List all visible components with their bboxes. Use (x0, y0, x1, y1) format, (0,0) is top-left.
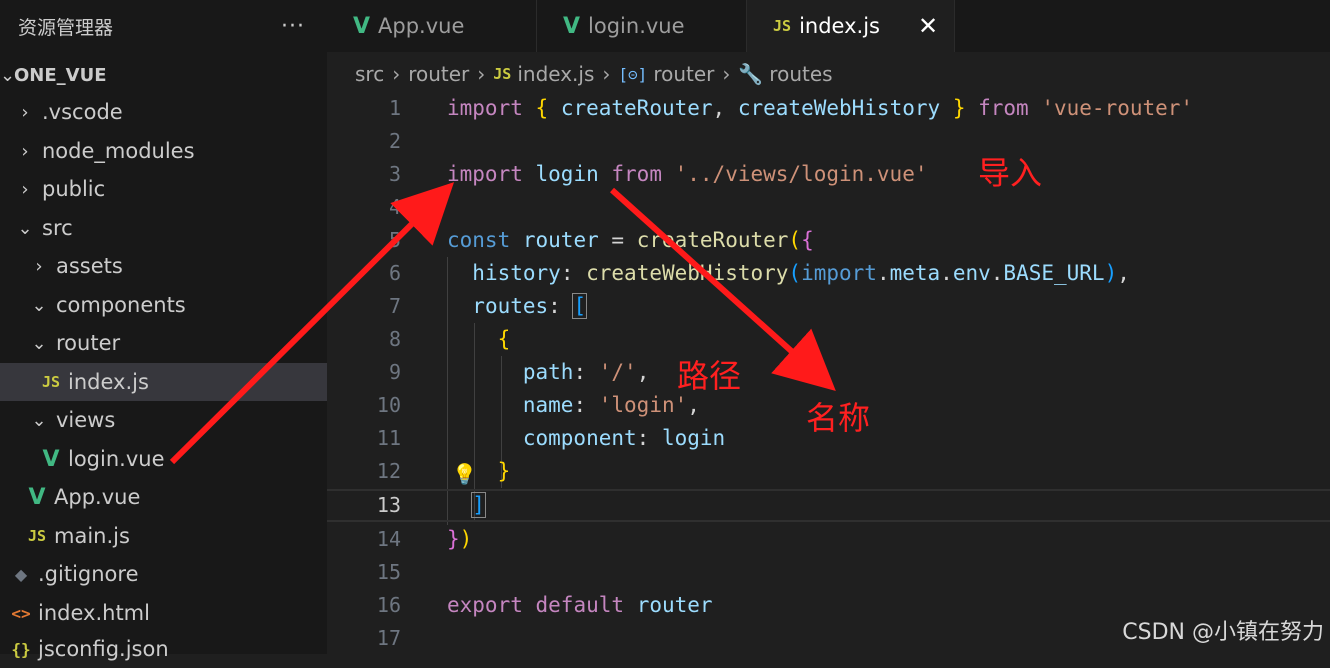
annotation-name: 名称 (806, 399, 871, 437)
arrow-to-import (169, 182, 455, 465)
annotation-path: 路径 (677, 357, 742, 395)
annotation-import: 导入 (978, 154, 1043, 192)
watermark: CSDN @小镇在努力 (1122, 620, 1324, 645)
arrow-to-name (609, 187, 836, 392)
annotation-arrows (169, 182, 836, 465)
